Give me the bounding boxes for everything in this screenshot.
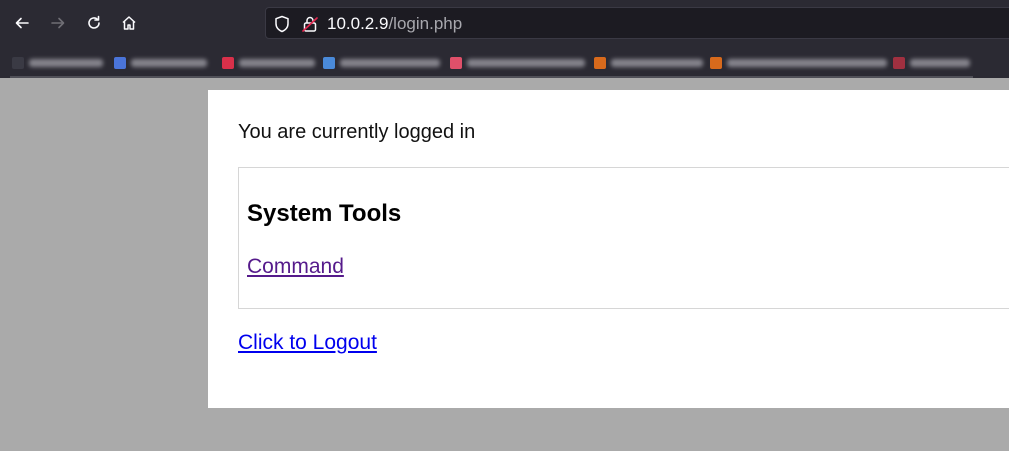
bookmark-item[interactable]: [323, 55, 440, 71]
reload-button[interactable]: [79, 8, 109, 38]
bookmarks-divider: [10, 76, 973, 78]
url-bar[interactable]: 10.0.2.9/login.php: [265, 7, 1009, 39]
url-host: 10.0.2.9: [327, 14, 389, 33]
bookmark-label-redacted: [29, 59, 103, 67]
url-text[interactable]: 10.0.2.9/login.php: [327, 14, 462, 34]
bookmark-item[interactable]: [450, 55, 585, 71]
forward-icon: [51, 17, 65, 29]
bookmark-item[interactable]: [114, 55, 207, 71]
home-button[interactable]: [114, 8, 144, 38]
system-tools-heading: System Tools: [247, 200, 402, 227]
bookmark-favicon: [222, 57, 234, 69]
bookmark-label-redacted: [467, 59, 585, 67]
bookmark-label-redacted: [727, 59, 887, 67]
system-tools-panel: System Tools Command: [238, 167, 1009, 309]
bookmark-item[interactable]: [222, 55, 315, 71]
bookmark-favicon: [710, 57, 722, 69]
lock-icon[interactable]: [300, 14, 320, 34]
bookmark-item[interactable]: [594, 55, 703, 71]
bookmark-label-redacted: [611, 59, 703, 67]
login-status-text: You are currently logged in: [238, 121, 476, 143]
home-icon: [122, 16, 136, 30]
bookmark-favicon: [323, 57, 335, 69]
back-icon: [15, 17, 29, 29]
bookmark-label-redacted: [910, 59, 970, 67]
bookmark-label-redacted: [340, 59, 440, 67]
logout-link[interactable]: Click to Logout: [238, 331, 377, 355]
forward-button[interactable]: [43, 8, 73, 38]
bookmark-favicon: [893, 57, 905, 69]
shield-icon[interactable]: [272, 14, 292, 34]
back-button[interactable]: [7, 8, 37, 38]
bookmark-item[interactable]: [710, 55, 887, 71]
bookmark-item[interactable]: [893, 55, 970, 71]
bookmark-item[interactable]: [12, 55, 103, 71]
browser-toolbar: 10.0.2.9/login.php: [0, 0, 1009, 47]
bookmarks-toolbar: [0, 47, 1009, 78]
bookmark-label-redacted: [131, 59, 207, 67]
command-link[interactable]: Command: [247, 255, 344, 279]
browser-chrome: 10.0.2.9/login.php: [0, 0, 1009, 78]
bookmark-favicon: [450, 57, 462, 69]
reload-icon: [88, 15, 100, 29]
url-path: /login.php: [388, 14, 463, 33]
bookmark-favicon: [594, 57, 606, 69]
bookmark-label-redacted: [239, 59, 315, 67]
main-content-card: You are currently logged in System Tools…: [208, 90, 1009, 408]
bookmark-favicon: [114, 57, 126, 69]
bookmark-favicon: [12, 57, 24, 69]
